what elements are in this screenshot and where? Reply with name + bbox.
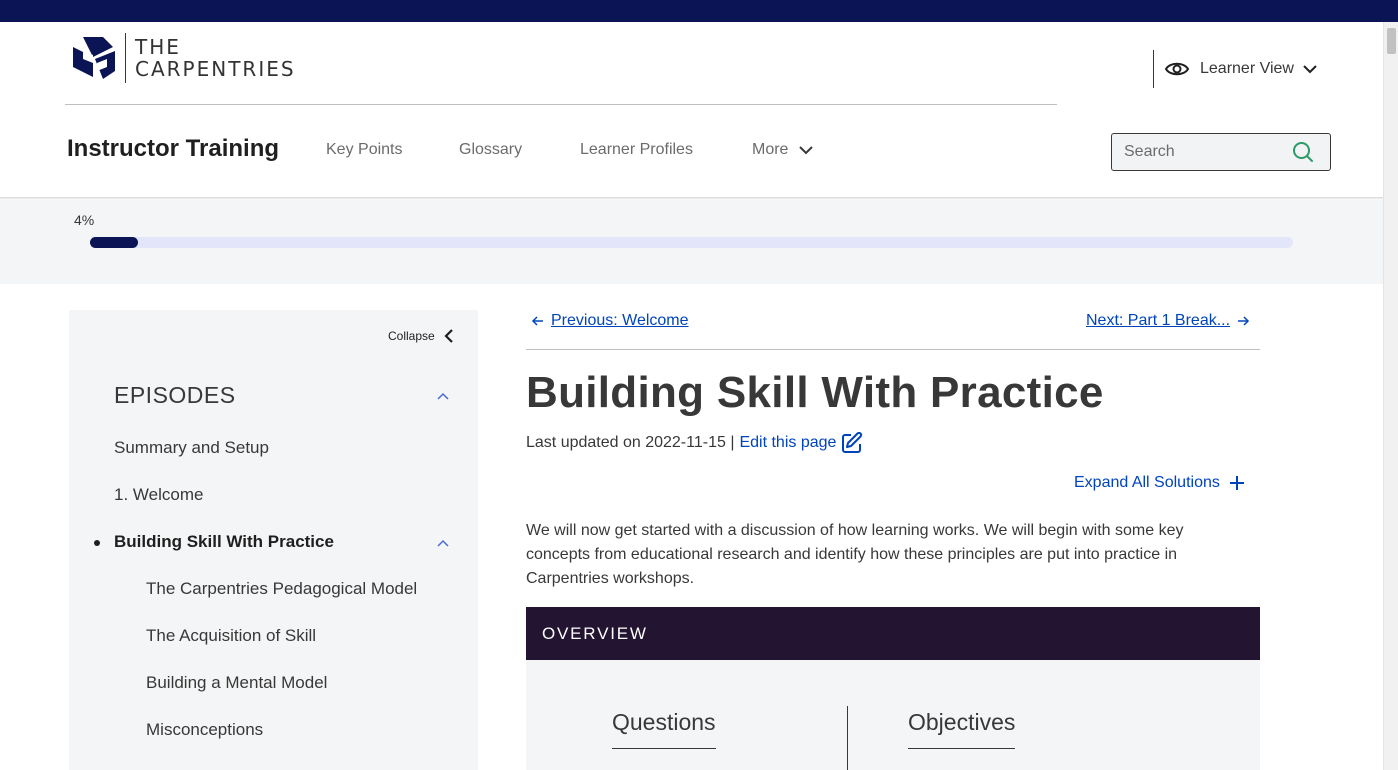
search-input[interactable] (1112, 134, 1288, 170)
collapse-sidebar-button[interactable]: Collapse (388, 327, 457, 345)
logo-divider (125, 33, 126, 83)
nav-more-label: More (752, 141, 789, 158)
caret-up-icon[interactable] (436, 538, 450, 548)
logo-wordmark: THE CARPENTRIES (135, 36, 296, 80)
sidebar-subitem-mental-model[interactable]: Building a Mental Model (146, 673, 327, 693)
sidebar-subitem-pedagogical-model[interactable]: The Carpentries Pedagogical Model (146, 579, 417, 599)
learner-view-dropdown[interactable]: Learner View (1164, 55, 1318, 83)
sidebar-item-building-skill[interactable]: Building Skill With Practice (114, 532, 334, 552)
progress-bar-fill (90, 237, 139, 248)
sidebar-item-welcome[interactable]: 1. Welcome (114, 485, 203, 505)
progress-bar (90, 237, 1293, 248)
nav-more-dropdown[interactable]: More (752, 141, 814, 159)
arrow-right-icon (1238, 316, 1250, 326)
carpentries-logo[interactable]: THE CARPENTRIES (69, 33, 296, 83)
last-updated-text: Last updated on 2022-11-15 | (526, 434, 735, 451)
eye-icon (1164, 62, 1190, 76)
overview-column-divider (847, 706, 848, 770)
page-title: Building Skill With Practice (526, 368, 1104, 417)
nav-glossary[interactable]: Glossary (459, 141, 522, 159)
sidebar-item-summary-and-setup[interactable]: Summary and Setup (114, 438, 269, 458)
arrow-left-icon (531, 316, 543, 326)
view-toggle-separator (1153, 50, 1154, 88)
sidebar-subitem-misconceptions[interactable]: Misconceptions (146, 720, 263, 740)
expand-all-solutions-button[interactable]: Expand All Solutions (1074, 474, 1246, 492)
search-icon[interactable] (1292, 141, 1314, 163)
scrollbar-thumb[interactable] (1387, 28, 1396, 54)
pager-divider (526, 349, 1260, 350)
logo-line-1: THE (135, 35, 181, 59)
previous-episode-link[interactable]: Previous: Welcome (531, 312, 689, 330)
expand-all-label: Expand All Solutions (1074, 474, 1220, 491)
next-episode-label: Next: Part 1 Break... (1086, 312, 1231, 329)
learner-view-label: Learner View (1200, 60, 1294, 77)
edit-icon[interactable] (840, 431, 864, 455)
questions-heading: Questions (612, 709, 716, 749)
sidebar-subitem-acquisition-of-skill[interactable]: The Acquisition of Skill (146, 626, 316, 646)
plus-icon (1229, 476, 1244, 490)
chevron-down-icon (799, 146, 814, 155)
chevron-down-icon (1303, 65, 1317, 74)
progress-label: 4% (74, 212, 95, 228)
logo-line-2: CARPENTRIES (135, 57, 296, 81)
last-updated-line: Last updated on 2022-11-15 | Edit this p… (526, 431, 864, 455)
carpentries-logo-icon (73, 37, 115, 79)
collapse-label: Collapse (388, 329, 435, 343)
objectives-heading: Objectives (908, 709, 1016, 749)
top-accent-bar (0, 0, 1398, 22)
site-title[interactable]: Instructor Training (67, 135, 279, 163)
episodes-heading[interactable]: EPISODES (114, 382, 236, 409)
page-scrollbar[interactable] (1383, 22, 1398, 770)
caret-up-icon[interactable] (436, 391, 450, 401)
intro-paragraph: We will now get started with a discussio… (526, 522, 1184, 587)
active-item-bullet (94, 540, 100, 546)
header-divider (65, 104, 1057, 105)
edit-this-page-link[interactable]: Edit this page (739, 434, 836, 452)
next-episode-link[interactable]: Next: Part 1 Break... (1086, 312, 1250, 330)
previous-episode-label: Previous: Welcome (551, 312, 689, 329)
search-box[interactable] (1111, 133, 1331, 171)
overview-heading: OVERVIEW (526, 607, 1260, 660)
chevron-left-icon (444, 329, 453, 343)
nav-learner-profiles[interactable]: Learner Profiles (580, 141, 693, 159)
nav-key-points[interactable]: Key Points (326, 141, 402, 159)
